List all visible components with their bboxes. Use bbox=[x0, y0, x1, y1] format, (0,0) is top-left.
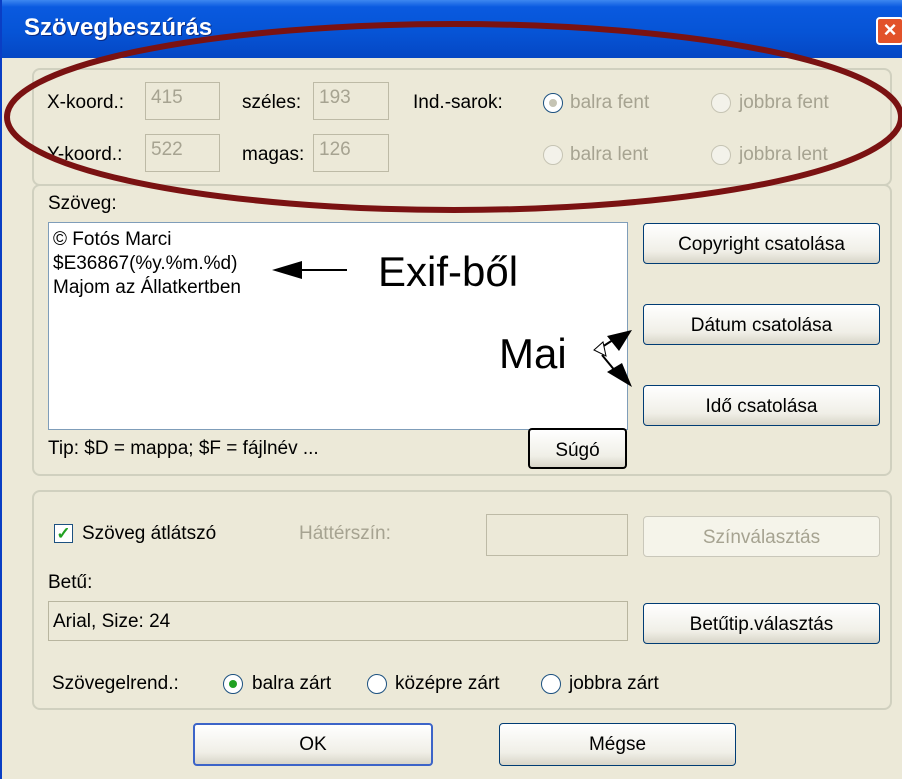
attach-date-label: Dátum csatolása bbox=[690, 315, 833, 336]
choose-font-button[interactable]: Betűtip.választás bbox=[643, 603, 880, 644]
dialog-window: Szövegbeszúrás × X-koord.: 415 széles: 1… bbox=[0, 0, 902, 779]
y-coord-field[interactable]: 522 bbox=[145, 134, 220, 172]
corner-radio-top-left[interactable] bbox=[543, 93, 563, 113]
x-coord-label: X-koord.: bbox=[47, 92, 125, 113]
align-label: Szövegelrend.: bbox=[52, 673, 179, 694]
font-value: Arial, Size: 24 bbox=[48, 601, 628, 641]
width-label: széles: bbox=[242, 92, 302, 113]
help-label: Súgó bbox=[555, 440, 600, 461]
annotation-mai: Mai bbox=[499, 330, 567, 377]
title-bar: Szövegbeszúrás × bbox=[2, 0, 902, 58]
align-radio-center[interactable] bbox=[367, 674, 387, 694]
transparent-checkbox[interactable]: ✓ bbox=[54, 524, 73, 543]
close-button[interactable]: × bbox=[876, 17, 902, 45]
ok-button[interactable]: OK bbox=[193, 723, 433, 766]
corner-radio-bottom-right[interactable] bbox=[711, 145, 731, 165]
corner-radio-bottom-left[interactable] bbox=[543, 145, 563, 165]
choose-font-label: Betűtip.választás bbox=[689, 614, 834, 635]
corner-radio-top-right[interactable] bbox=[711, 93, 731, 113]
align-option-center: középre zárt bbox=[395, 673, 500, 694]
choose-color-button[interactable]: Színválasztás bbox=[643, 516, 880, 557]
attach-copyright-label: Copyright csatolása bbox=[678, 234, 845, 255]
corner-label: Ind.-sarok: bbox=[413, 92, 503, 113]
cancel-button[interactable]: Mégse bbox=[499, 723, 736, 766]
align-radio-right[interactable] bbox=[541, 674, 561, 694]
corner-option-bottom-left: balra lent bbox=[570, 144, 649, 165]
transparent-label: Szöveg átlátszó bbox=[82, 523, 217, 544]
align-option-left: balra zárt bbox=[252, 673, 332, 694]
bgcolor-swatch bbox=[486, 514, 628, 556]
annotation-exif: Exif-ből bbox=[378, 248, 519, 295]
corner-option-top-left: balra fent bbox=[570, 92, 650, 113]
width-field[interactable]: 193 bbox=[313, 82, 389, 120]
height-field[interactable]: 126 bbox=[313, 134, 389, 172]
text-label: Szöveg: bbox=[48, 193, 117, 214]
align-radio-left[interactable] bbox=[223, 674, 243, 694]
y-coord-label: Y-koord.: bbox=[47, 144, 123, 165]
font-label: Betű: bbox=[48, 572, 93, 593]
help-button[interactable]: Súgó bbox=[528, 428, 627, 469]
tip-text: Tip: $D = mappa; $F = fájlnév ... bbox=[48, 438, 319, 459]
text-input[interactable]: © Fotós Marci $E36867(%y.%m.%d) Majom az… bbox=[48, 222, 628, 430]
ok-label: OK bbox=[299, 734, 327, 755]
x-coord-field[interactable]: 415 bbox=[145, 82, 220, 120]
height-label: magas: bbox=[242, 144, 305, 165]
attach-copyright-button[interactable]: Copyright csatolása bbox=[643, 223, 880, 264]
choose-color-label: Színválasztás bbox=[702, 527, 821, 548]
cancel-label: Mégse bbox=[588, 734, 647, 755]
attach-time-button[interactable]: Idő csatolása bbox=[643, 385, 880, 426]
corner-option-top-right: jobbra fent bbox=[739, 92, 829, 113]
align-option-right: jobbra zárt bbox=[569, 673, 659, 694]
corner-option-bottom-right: jobbra lent bbox=[739, 144, 828, 165]
attach-date-button[interactable]: Dátum csatolása bbox=[643, 304, 880, 345]
bgcolor-label: Háttérszín: bbox=[299, 523, 391, 544]
dialog-title: Szövegbeszúrás bbox=[24, 14, 213, 41]
attach-time-label: Idő csatolása bbox=[705, 396, 818, 417]
